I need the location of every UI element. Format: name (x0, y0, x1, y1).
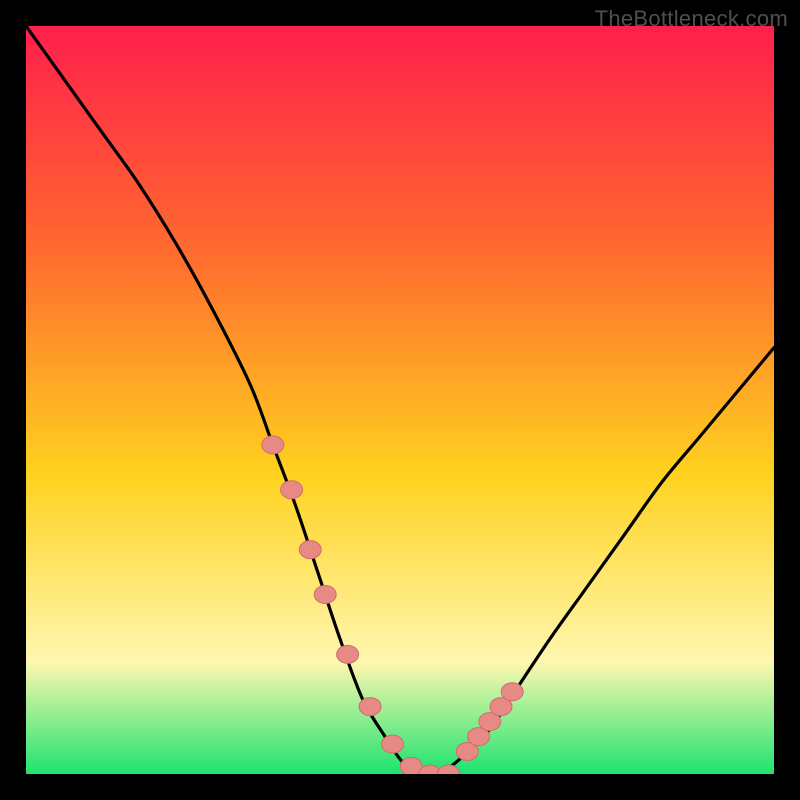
curve-marker (314, 585, 336, 603)
curve-marker (262, 436, 284, 454)
curve-marker (337, 645, 359, 663)
plot-area (26, 26, 774, 774)
watermark-text: TheBottleneck.com (595, 6, 788, 32)
gradient-background (26, 26, 774, 774)
chart-frame: TheBottleneck.com (0, 0, 800, 800)
curve-marker (382, 735, 404, 753)
curve-marker (281, 481, 303, 499)
curve-marker (501, 683, 523, 701)
chart-svg (26, 26, 774, 774)
curve-marker (299, 541, 321, 559)
curve-marker (359, 698, 381, 716)
